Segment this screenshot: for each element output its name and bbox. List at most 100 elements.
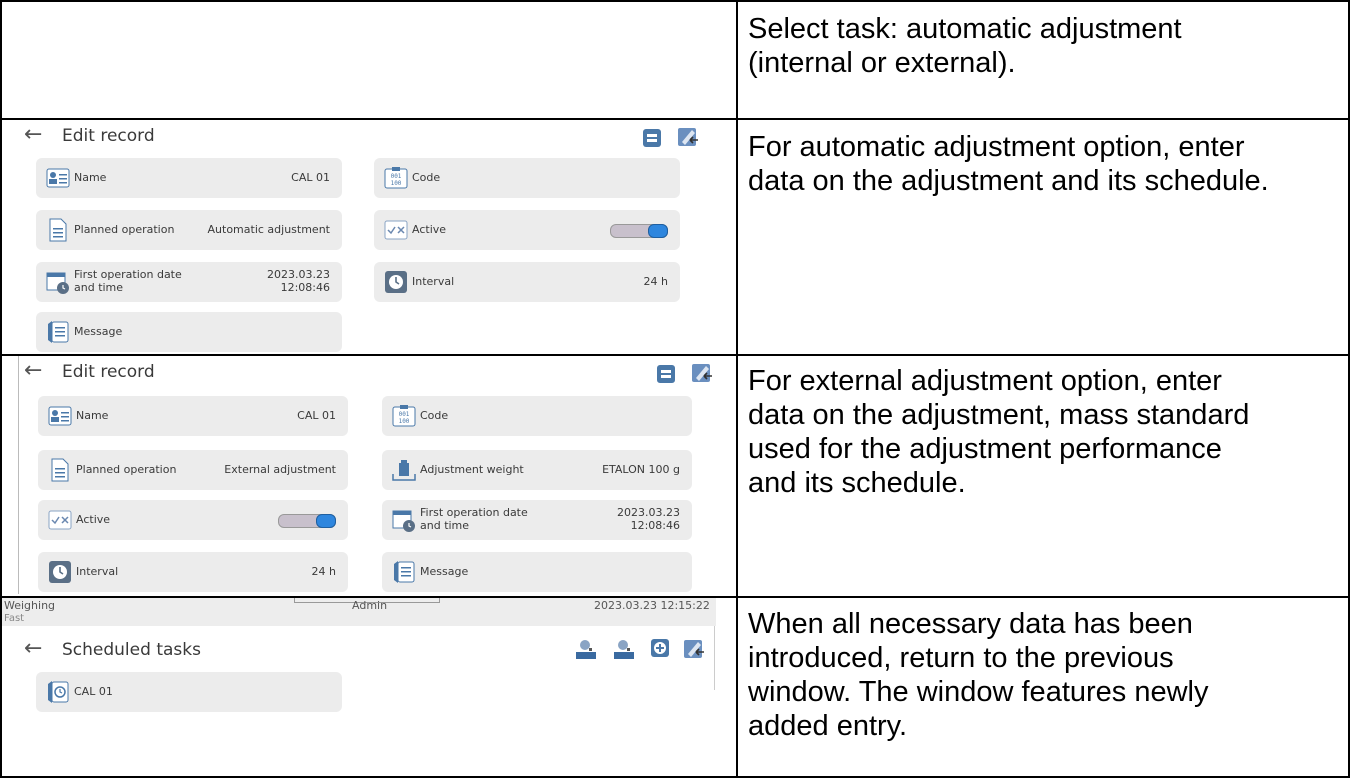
- planned-operation-label: Planned operation: [76, 463, 177, 476]
- row-3-description: For external adjustment option, enter da…: [748, 365, 1250, 499]
- first-operation-label: First operation date and time: [74, 268, 182, 294]
- first-operation-field[interactable]: First operation date and time 2023.03.23…: [382, 500, 692, 540]
- svg-text:100: 100: [399, 418, 410, 425]
- panel-title: Edit record: [62, 362, 155, 382]
- planned-operation-field[interactable]: Planned operation External adjustment: [38, 450, 348, 490]
- document-table: Select task: automatic adjustment (inter…: [0, 0, 1350, 778]
- planned-operation-value: External adjustment: [224, 463, 336, 476]
- status-mode: Weighing: [4, 599, 56, 612]
- message-field[interactable]: Message: [36, 312, 342, 352]
- svg-text:100: 100: [391, 180, 402, 187]
- back-arrow-button[interactable]: ←: [24, 358, 42, 383]
- status-datetime: 2023.03.23 12:15:22: [594, 599, 710, 612]
- active-label: Active: [412, 223, 447, 236]
- name-field[interactable]: Name CAL 01: [38, 396, 348, 436]
- panel-edge-left: [18, 356, 19, 594]
- weight-icon: [392, 458, 416, 482]
- name-list-icon: [46, 166, 70, 190]
- code-field[interactable]: 001 100 Code: [374, 158, 680, 198]
- status-user: Admin: [352, 599, 388, 612]
- interval-value: 24 h: [311, 565, 336, 578]
- table-border-middle: [736, 0, 738, 778]
- calendar-clock-icon: [46, 270, 70, 294]
- check-x-icon: [384, 218, 408, 242]
- edit-record-panel-external: ← Edit record Name CAL 01 001 100 Code Pl…: [16, 356, 726, 594]
- scheduled-task-item[interactable]: CAL 01: [36, 672, 342, 712]
- exit-edit-icon[interactable]: [682, 636, 706, 660]
- interval-field[interactable]: Interval 24 h: [38, 552, 348, 592]
- active-label: Active: [76, 513, 111, 526]
- active-toggle[interactable]: [278, 514, 336, 528]
- task-label: CAL 01: [74, 685, 113, 698]
- print-icon[interactable]: [642, 128, 662, 148]
- toggle-knob: [316, 514, 336, 528]
- interval-label: Interval: [76, 565, 119, 578]
- first-operation-time: 12:08:46: [280, 281, 330, 294]
- document-icon: [46, 218, 70, 242]
- first-operation-time: 12:08:46: [630, 519, 680, 532]
- table-border-right: [1348, 0, 1350, 778]
- svg-text:001: 001: [391, 173, 402, 180]
- message-label: Message: [420, 565, 469, 578]
- calendar-clock-icon: [392, 508, 416, 532]
- code-icon: 001 100: [392, 404, 416, 428]
- document-icon: [48, 458, 72, 482]
- planned-operation-label: Planned operation: [74, 223, 175, 236]
- active-toggle[interactable]: [610, 224, 668, 238]
- back-arrow-button[interactable]: ←: [24, 122, 42, 147]
- panel-title: Edit record: [62, 126, 155, 146]
- code-label: Code: [412, 171, 441, 184]
- check-x-icon: [48, 508, 72, 532]
- exit-edit-icon[interactable]: [676, 124, 700, 148]
- name-label: Name: [76, 409, 109, 422]
- first-operation-label: First operation date and time: [420, 506, 528, 532]
- search-name-icon[interactable]: [576, 638, 596, 659]
- first-operation-value: 2023.03.23 12:08:46: [267, 268, 330, 294]
- first-operation-date: 2023.03.23: [267, 268, 330, 281]
- planned-operation-field[interactable]: Planned operation Automatic adjustment: [36, 210, 342, 250]
- row-2-description: For automatic adjustment option, enter d…: [748, 131, 1269, 197]
- planned-operation-value: Automatic adjustment: [207, 223, 330, 236]
- name-label: Name: [74, 171, 107, 184]
- active-field[interactable]: Active: [374, 210, 680, 250]
- svg-text:001: 001: [399, 411, 410, 418]
- interval-field[interactable]: Interval 24 h: [374, 262, 680, 302]
- code-field[interactable]: 001 100 Code: [382, 396, 692, 436]
- adjustment-weight-label: Adjustment weight: [420, 463, 524, 476]
- status-submode: Fast: [4, 613, 25, 624]
- search-code-icon[interactable]: [614, 638, 634, 659]
- scheduled-tasks-panel: Weighing Fast Admin 2023.03.23 12:15:22 …: [2, 598, 716, 712]
- adjustment-weight-field[interactable]: Adjustment weight ETALON 100 g: [382, 450, 692, 490]
- row-4-description: When all necessary data has been introdu…: [748, 608, 1209, 742]
- back-arrow-button[interactable]: ←: [24, 636, 42, 661]
- edit-record-panel-automatic: ← Edit record Name CAL 01 001 100 Code Pl…: [16, 120, 716, 354]
- clock-icon: [384, 270, 408, 294]
- active-field[interactable]: Active: [38, 500, 348, 540]
- first-operation-value: 2023.03.23 12:08:46: [617, 506, 680, 532]
- clock-icon: [48, 560, 72, 584]
- message-icon: [392, 560, 416, 584]
- interval-label: Interval: [412, 275, 455, 288]
- toggle-knob: [648, 224, 668, 238]
- table-border-bottom: [0, 776, 1350, 778]
- first-operation-date: 2023.03.23: [617, 506, 680, 519]
- name-field[interactable]: Name CAL 01: [36, 158, 342, 198]
- name-value: CAL 01: [291, 171, 330, 184]
- message-icon: [46, 320, 70, 344]
- exit-edit-icon[interactable]: [690, 360, 714, 384]
- row-1-description: Select task: automatic adjustment (inter…: [748, 13, 1182, 79]
- print-icon[interactable]: [656, 364, 676, 384]
- interval-value: 24 h: [643, 275, 668, 288]
- panel-edge-right: [714, 626, 715, 690]
- code-label: Code: [420, 409, 449, 422]
- message-field[interactable]: Message: [382, 552, 692, 592]
- table-border-top: [0, 0, 1350, 2]
- task-icon: [46, 680, 70, 704]
- adjustment-weight-value: ETALON 100 g: [602, 463, 680, 476]
- panel-title: Scheduled tasks: [62, 640, 201, 660]
- name-value: CAL 01: [297, 409, 336, 422]
- message-label: Message: [74, 325, 123, 338]
- first-operation-field[interactable]: First operation date and time 2023.03.23…: [36, 262, 342, 302]
- code-icon: 001 100: [384, 166, 408, 190]
- add-icon[interactable]: [650, 638, 670, 658]
